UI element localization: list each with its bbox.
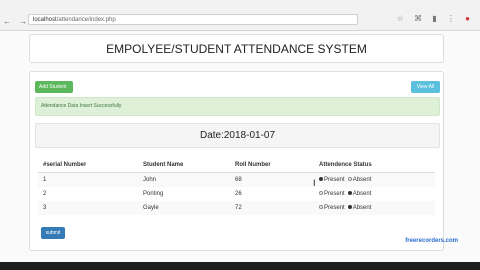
name-cell: Gayle <box>143 205 159 211</box>
absent-option[interactable]: Absent <box>347 205 372 211</box>
serial-cell: 2 <box>43 191 47 197</box>
view-all-button[interactable]: View All <box>411 81 440 93</box>
column-header-serial: #serial Number <box>43 162 87 168</box>
status-cell: Present Absent <box>319 201 374 215</box>
absent-label: Absent <box>352 177 372 183</box>
table-header-row: #serial Number Student Name Roll Number … <box>38 158 435 173</box>
text-cursor-icon: I <box>313 178 316 188</box>
absent-label: Absent <box>352 191 372 197</box>
serial-cell: 3 <box>43 205 47 211</box>
browser-action-icons[interactable]: ☆ ⌘ ▮ ⋮ ● <box>397 14 474 23</box>
column-header-status: Attendence Status <box>319 162 372 168</box>
absent-radio-icon[interactable] <box>347 205 352 210</box>
browser-toolbar: ← → C ⓘ localhost/attendance/index.php ☆… <box>0 0 480 31</box>
absent-option[interactable]: Absent <box>347 191 372 197</box>
present-label: Present <box>324 205 345 211</box>
extension-badge-icon[interactable]: ● <box>465 14 474 23</box>
absent-option[interactable]: Absent <box>347 177 372 183</box>
roll-cell: 26 <box>235 191 242 197</box>
url-host: localhost <box>33 17 57 23</box>
name-cell: John <box>143 177 157 183</box>
absent-label: Absent <box>352 205 372 211</box>
present-option[interactable]: Present <box>319 191 345 197</box>
header-panel: EMPOLYEE/STUDENT ATTENDANCE SYSTEM <box>29 34 444 63</box>
recorder-watermark: freerecorders.com <box>405 238 458 244</box>
table-row: 1 John 68 Present Absent <box>38 173 435 187</box>
date-display: Date:2018-01-07 <box>35 123 440 148</box>
status-cell: Present Absent <box>319 173 374 187</box>
roll-cell: 68 <box>235 177 242 183</box>
browser-actions-text[interactable]: ☆ ⌘ ▮ ⋮ <box>397 14 459 23</box>
table-row: 3 Gayle 72 Present Absent <box>38 201 435 215</box>
absent-radio-icon[interactable] <box>347 177 352 182</box>
status-cell: Present Absent <box>319 187 374 201</box>
page-title: EMPOLYEE/STUDENT ATTENDANCE SYSTEM <box>106 42 367 56</box>
success-alert: Attendance Data Insert Successfully <box>35 97 440 116</box>
url-path: /attendance/index.php <box>56 17 116 23</box>
present-radio-icon[interactable] <box>319 205 323 210</box>
present-label: Present <box>324 191 345 197</box>
serial-cell: 1 <box>43 177 47 183</box>
present-radio-icon[interactable] <box>319 177 323 182</box>
present-option[interactable]: Present <box>319 205 345 211</box>
name-cell: Ponting <box>143 191 164 197</box>
present-label: Present <box>324 177 345 183</box>
table-row: 2 Ponting 26 Present Absent <box>38 187 435 201</box>
present-radio-icon[interactable] <box>319 191 323 196</box>
video-bottom-bar <box>0 262 480 270</box>
add-student-button[interactable]: Add Student <box>35 81 73 93</box>
present-option[interactable]: Present <box>319 177 345 183</box>
absent-radio-icon[interactable] <box>347 191 352 196</box>
column-header-name: Student Name <box>143 162 184 168</box>
column-header-roll: Roll Number <box>235 162 271 168</box>
submit-button[interactable]: submit <box>41 227 65 239</box>
address-bar[interactable]: localhost/attendance/index.php <box>28 14 358 25</box>
roll-cell: 72 <box>235 205 242 211</box>
